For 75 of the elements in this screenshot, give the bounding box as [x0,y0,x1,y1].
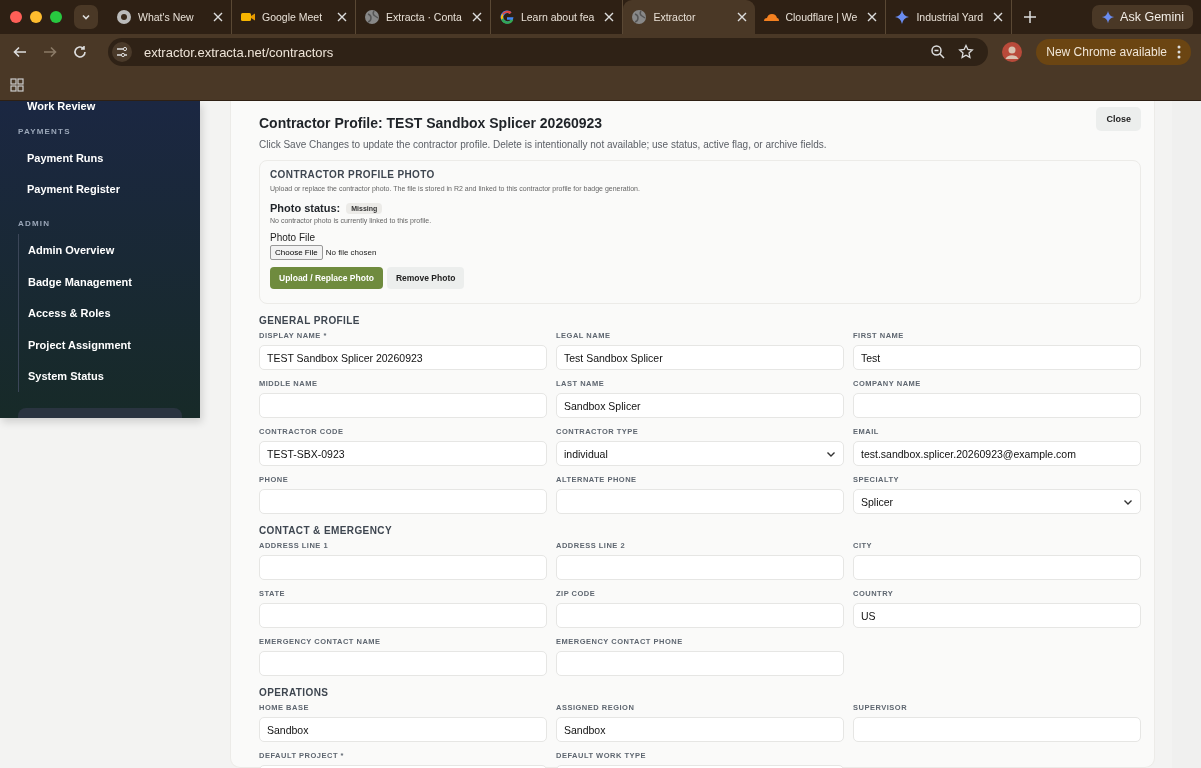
minimize-window-button[interactable] [30,11,42,23]
input-field[interactable] [853,717,1141,742]
zoom-window-button[interactable] [50,11,62,23]
profile-title: Contractor Profile: TEST Sandbox Splicer 20260923 [259,115,603,131]
photo-file-label: Photo File [270,232,317,243]
close-tab-icon[interactable] [867,12,878,22]
select-field[interactable]: Splicer [853,489,1141,514]
input-field[interactable] [259,555,547,580]
new-tab-icon[interactable] [1024,11,1037,23]
input-field[interactable]: TEST Sandbox Splicer 20260923 [259,345,547,370]
close-button[interactable]: Close [1096,107,1141,131]
back-icon[interactable] [12,44,28,60]
file-status-text: No file chosen [325,248,377,257]
ask-gemini-button[interactable]: Ask Gemini [1092,5,1193,29]
browser-tab[interactable]: Extractor [623,0,756,34]
nav-item[interactable]: Admin Overview [19,234,182,266]
globe-icon [364,9,380,25]
apps-grid-icon[interactable] [10,78,24,92]
close-tab-icon[interactable] [213,12,223,22]
site-settings-icon[interactable] [112,42,132,62]
nav-item[interactable]: Badge Management [19,265,182,298]
input-field[interactable]: TEST-SBX-0923 [259,441,547,466]
input-field[interactable]: Sandbox [259,717,547,742]
input-field[interactable]: Test [853,345,1141,370]
bookmark-star-icon[interactable] [958,44,975,60]
globe-icon [631,9,648,25]
remove-photo-button[interactable]: Remove Photo [386,267,465,289]
description-text: Click Save Changes to update the contractor profile. Delete is intentionally not available; use status, active flag, or archive fields. [259,139,828,150]
select-field[interactable]: individual [556,441,844,466]
input-field[interactable] [259,651,547,676]
close-tab-icon[interactable] [737,12,748,22]
nav-item[interactable]: Payment Runs [18,142,182,174]
zoom-icon[interactable] [930,44,947,60]
forward-icon[interactable] [42,44,58,60]
update-chrome-button[interactable]: New Chrome available [1036,39,1191,65]
input-field[interactable]: test.sandbox.splicer.20260923@example.com [853,441,1141,466]
google-icon [498,9,515,25]
input-field[interactable]: Sandbox [556,717,844,742]
close-tab-icon[interactable] [604,12,615,22]
input-field[interactable]: Sandbox Splicer [556,393,844,418]
nav-item[interactable]: Access & Roles [19,297,182,329]
input-field[interactable]: US [853,603,1141,628]
section-heading: GENERAL PROFILE [259,315,361,326]
nav-item[interactable]: Work Review [18,101,182,111]
input-field[interactable] [556,555,844,580]
input-field[interactable] [853,555,1141,580]
input-field[interactable] [556,603,844,628]
input-field[interactable] [556,489,844,514]
input-field[interactable] [259,393,547,418]
section-heading: CONTACT & EMERGENCY [259,525,393,536]
nav-item[interactable]: Payment Register [18,173,182,206]
address-bar[interactable]: extractor.extracta.net/contractors [108,38,989,66]
close-tab-icon[interactable] [993,12,1004,22]
close-window-button[interactable] [10,11,22,23]
input-field[interactable] [259,489,547,514]
tab-list-button[interactable] [74,5,98,29]
nav-group-header: ADMIN [18,219,52,229]
nav-group-header: PAYMENTS [18,127,72,136]
nav-item[interactable]: Project Assignment [19,328,182,361]
input-field[interactable] [259,603,547,628]
choose-file-button[interactable]: Choose File [270,245,323,260]
input-field[interactable] [556,651,844,676]
more-icon [1177,45,1181,59]
nav-item[interactable]: System Status [19,360,182,393]
input-field[interactable] [853,393,1141,418]
section-heading: CONTRACTOR PROFILE PHOTO [270,169,436,180]
avatar-icon[interactable] [1002,42,1023,62]
photo-status-label: Photo status: [270,202,341,214]
upload-photo-button[interactable]: Upload / Replace Photo [270,267,383,289]
reload-icon[interactable] [72,44,88,60]
input-field[interactable]: Test Sandbox Splicer [556,345,844,370]
section-heading: OPERATIONS [259,687,330,698]
chrome-icon [116,9,132,25]
close-tab-icon[interactable] [471,12,482,22]
close-tab-icon[interactable] [337,12,347,22]
